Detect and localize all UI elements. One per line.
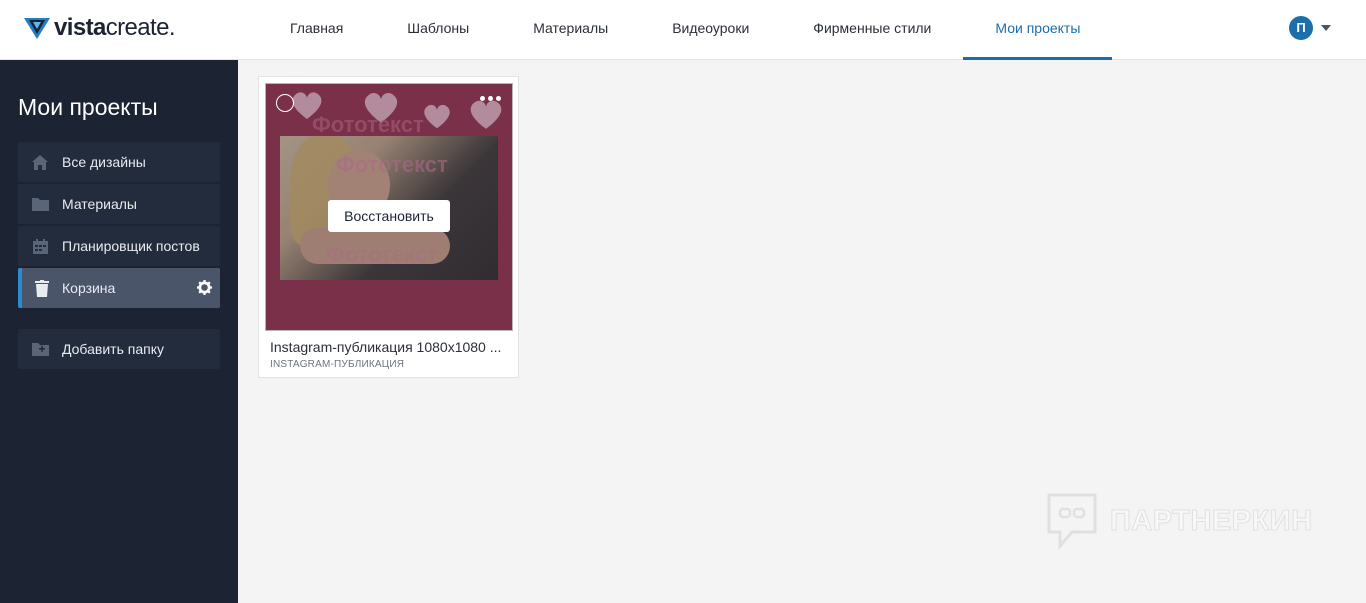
nav-my-projects[interactable]: Мои проекты [963, 0, 1113, 60]
sidebar-item-add-folder[interactable]: Добавить папку [18, 329, 220, 369]
design-thumbnail[interactable]: Фототекст Фототекст Фототекст Восстанови… [265, 83, 513, 331]
sidebar-title: Мои проекты [18, 94, 158, 120]
sidebar-item-materials[interactable]: Материалы [18, 184, 220, 224]
nav-home[interactable]: Главная [258, 0, 375, 60]
sidebar: Мои проекты Все дизайны Материалы Планир… [0, 60, 238, 603]
sidebar-item-trash[interactable]: Корзина [18, 268, 220, 308]
nav-templates[interactable]: Шаблоны [375, 0, 501, 60]
nav-video-tutorials[interactable]: Видеоуроки [640, 0, 781, 60]
vistacreate-logo[interactable]: vistacreate. [24, 14, 175, 42]
sidebar-item-post-planner[interactable]: Планировщик постов [18, 226, 220, 266]
logo-text: vistacreate. [54, 14, 175, 41]
sidebar-item-all-designs[interactable]: Все дизайны [18, 142, 220, 182]
nav-materials[interactable]: Материалы [501, 0, 640, 60]
add-folder-icon [18, 342, 62, 356]
card-format-label: INSTAGRAM-ПУБЛИКАЦИЯ [270, 359, 405, 370]
home-icon [18, 154, 62, 170]
sidebar-item-label: Добавить папку [62, 341, 164, 357]
restore-button[interactable]: Восстановить [328, 200, 450, 232]
sidebar-item-label: Материалы [62, 196, 137, 212]
folder-icon [18, 197, 62, 211]
sidebar-item-label: Все дизайны [62, 154, 146, 170]
main-content: Фототекст Фототекст Фототекст Восстанови… [238, 60, 1366, 603]
calendar-icon [18, 238, 62, 254]
design-card[interactable]: Фототекст Фототекст Фототекст Восстанови… [258, 76, 519, 378]
logo-icon [24, 18, 50, 39]
watermark-text: ПАРТНЕРКИН [1110, 504, 1313, 537]
nav-brand-kits[interactable]: Фирменные стили [781, 0, 963, 60]
gear-icon[interactable] [197, 280, 212, 300]
sidebar-item-label: Планировщик постов [62, 238, 200, 254]
card-title[interactable]: Instagram-публикация 1080x1080 ... [270, 339, 510, 355]
top-bar: vistacreate. Главная Шаблоны Материалы В… [0, 0, 1366, 60]
trash-icon [22, 279, 62, 297]
watermark-logo-icon [1047, 493, 1097, 550]
main-nav: Главная Шаблоны Материалы Видеоуроки Фир… [258, 0, 1113, 60]
partnerkin-watermark: ПАРТНЕРКИН [1046, 492, 1313, 550]
sidebar-item-label: Корзина [62, 280, 116, 296]
more-options-icon[interactable] [480, 96, 501, 101]
chevron-down-icon[interactable] [1321, 25, 1331, 31]
user-avatar[interactable]: П [1289, 16, 1313, 40]
select-checkbox[interactable] [276, 94, 294, 112]
